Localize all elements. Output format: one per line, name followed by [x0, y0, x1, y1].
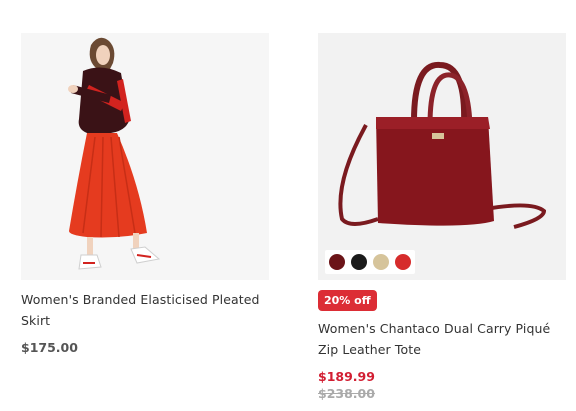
product-price: $189.99	[318, 369, 375, 384]
discount-badge: 20% off	[318, 290, 377, 311]
swatch-beige[interactable]	[373, 254, 389, 270]
woman-red-skirt-icon	[68, 37, 161, 270]
original-price: $238.00	[318, 386, 375, 401]
product-card-skirt[interactable]: Women's Branded Elasticised Pleated Skir…	[21, 33, 269, 355]
product-image-tote[interactable]	[318, 33, 566, 280]
product-card-tote[interactable]: 20% off Women's Chantaco Dual Carry Piqu…	[318, 33, 566, 401]
color-swatches	[325, 250, 415, 274]
swatch-burgundy[interactable]	[329, 254, 345, 270]
swatch-black[interactable]	[351, 254, 367, 270]
product-title[interactable]: Women's Chantaco Dual Carry Piqué Zip Le…	[318, 318, 566, 360]
swatch-red[interactable]	[395, 254, 411, 270]
product-price: $175.00	[21, 340, 78, 355]
product-image-skirt[interactable]	[21, 33, 269, 280]
burgundy-tote-icon	[338, 62, 547, 229]
product-title[interactable]: Women's Branded Elasticised Pleated Skir…	[21, 289, 269, 331]
